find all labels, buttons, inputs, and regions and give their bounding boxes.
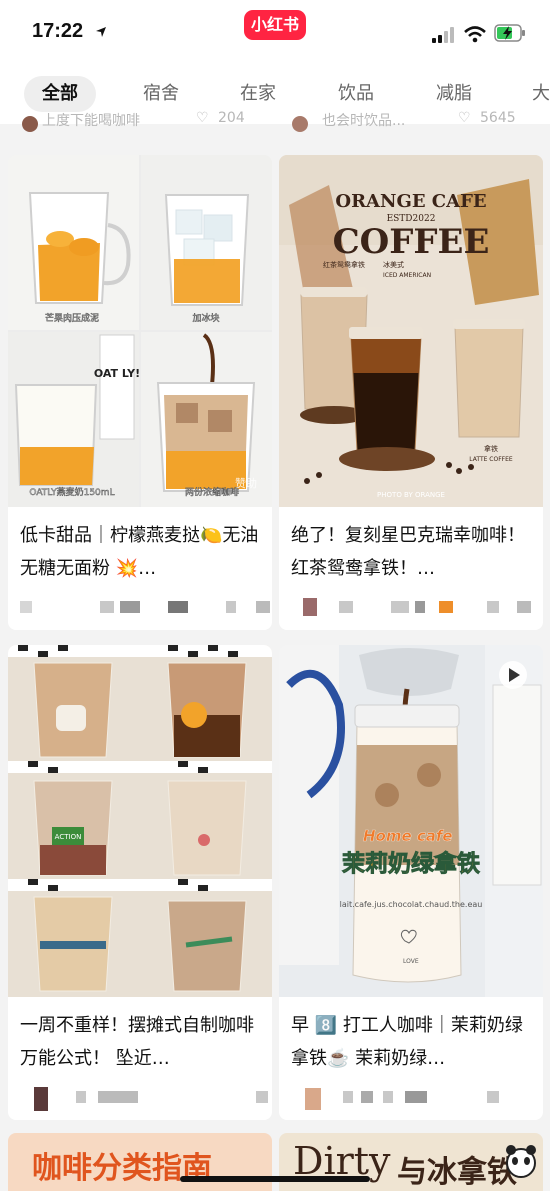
- panda-icon: [506, 1145, 536, 1178]
- like-count: 5645: [480, 110, 516, 126]
- bottle-print: lait.cafe.jus.chocolat.chaud.the.eau: [340, 900, 483, 909]
- status-bar: 17:22 小红书: [0, 0, 550, 64]
- note-title[interactable]: 一周不重样！摆摊式自制咖啡万能公式！ 坠近…: [20, 1009, 260, 1075]
- heart-icon[interactable]: ♡: [458, 110, 472, 128]
- tab-more[interactable]: 大: [532, 76, 550, 112]
- note-title[interactable]: 早 8️⃣ 打工人咖啡｜茉莉奶绿拿铁☕️ 茉莉奶绿…: [291, 1009, 531, 1075]
- note-card[interactable]: ORANGE CAFE ESTD2022 COFFEE 红茶鸳鸯拿铁 冰美式 I…: [279, 155, 543, 630]
- cup-sticker: ACTION: [55, 833, 82, 841]
- coffee-heading: COFFEE: [333, 222, 490, 262]
- peek-title-left: 上度下能喝咖啡: [42, 113, 140, 128]
- note-cover-image[interactable]: Home cafe 茉莉奶绿拿铁 lait.cafe.jus.chocolat.…: [279, 645, 543, 997]
- home-cafe-label: Home cafe: [363, 827, 453, 845]
- note-card[interactable]: 芒果肉压成泥 加冰块 OAT LY! OATLY燕麦奶150mL 两份浓缩咖啡 …: [8, 155, 272, 630]
- note-meta-blurred: [291, 598, 531, 619]
- like-count: 204: [218, 110, 245, 126]
- heart-icon[interactable]: ♡: [196, 110, 210, 128]
- image-label: LATTE COFFEE: [469, 456, 513, 463]
- bottle-love: LOVE: [403, 958, 419, 965]
- step-caption: OATLY燕麦奶150mL: [29, 486, 114, 498]
- note-card[interactable]: Home cafe 茉莉奶绿拿铁 lait.cafe.jus.chocolat.…: [279, 645, 543, 1120]
- image-label: 冰美式: [383, 260, 404, 269]
- note-title[interactable]: 绝了！复刻星巴克瑞幸咖啡！红茶鸳鸯拿铁！…: [291, 519, 531, 585]
- home-indicator[interactable]: [180, 1176, 370, 1182]
- location-arrow-icon: [96, 27, 106, 37]
- image-label: 红茶鸳鸯拿铁: [323, 260, 365, 269]
- note-cover-image[interactable]: 芒果肉压成泥 加冰块 OAT LY! OATLY燕麦奶150mL 两份浓缩咖啡 …: [8, 155, 272, 507]
- brand-logo[interactable]: 小红书: [244, 10, 306, 40]
- step-caption: 芒果肉压成泥: [45, 312, 99, 324]
- tab-drinks[interactable]: 饮品: [338, 76, 374, 112]
- peek-title-right: 也会时饮品...: [322, 113, 406, 128]
- note-meta-blurred: [20, 601, 270, 619]
- tab-fat-loss[interactable]: 减脂: [436, 76, 472, 112]
- next-note-cover-cjk: 与冰拿铁: [397, 1155, 517, 1190]
- cellular-signal-icon: [432, 27, 454, 43]
- step-caption: 两份浓缩咖啡: [185, 486, 239, 498]
- image-label: 拿铁: [484, 444, 498, 453]
- cafe-name: ORANGE CAFE: [335, 191, 486, 212]
- note-cover-image[interactable]: ORANGE CAFE ESTD2022 COFFEE 红茶鸳鸯拿铁 冰美式 I…: [279, 155, 543, 507]
- photo-credit: PHOTO BY ORANGE: [377, 491, 445, 499]
- drink-name-overlay: 茉莉奶绿拿铁: [342, 850, 480, 877]
- avatar: [292, 116, 308, 132]
- battery-charging-icon: [494, 24, 525, 42]
- tab-all[interactable]: 全部: [24, 76, 96, 112]
- note-title[interactable]: 低卡甜品｜柠檬燕麦挞🍋无油无糖无面粉 💥…: [20, 519, 260, 585]
- oatly-carton: OAT LY!: [94, 367, 140, 380]
- note-cover-image[interactable]: ACTION: [8, 645, 272, 997]
- tab-home[interactable]: 在家: [240, 76, 276, 112]
- note-meta-blurred: [291, 1088, 531, 1110]
- note-meta-blurred: [20, 1087, 268, 1111]
- sponsored-watermark: 赞助: [235, 476, 257, 490]
- status-time: 17:22: [32, 20, 84, 42]
- next-note-card[interactable]: 咖啡分类指南: [8, 1133, 272, 1191]
- wifi-icon: [464, 26, 486, 43]
- image-label: ICED AMERICAN: [383, 272, 431, 279]
- next-note-card[interactable]: Dirty 与冰拿铁: [279, 1133, 543, 1191]
- step-caption: 加冰块: [192, 312, 219, 324]
- avatar: [22, 116, 38, 132]
- tab-dorm[interactable]: 宿舍: [143, 76, 179, 112]
- note-card[interactable]: ACTION 一周不重样！摆摊式自制咖啡万能公式！ 坠近…: [8, 645, 272, 1120]
